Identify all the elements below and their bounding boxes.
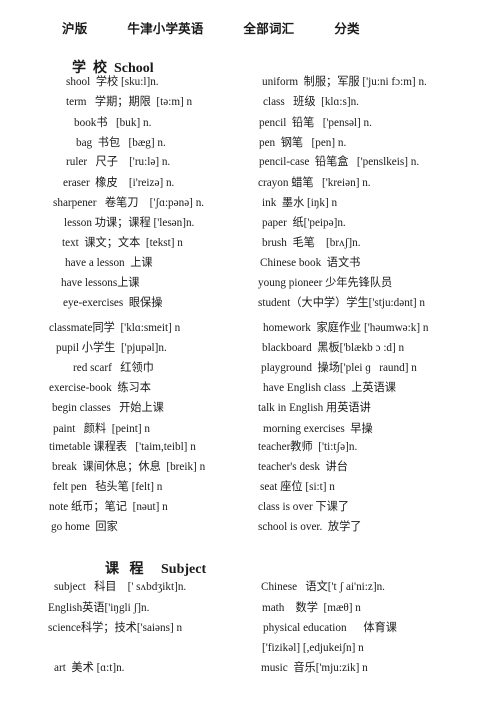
vocab-item: pupil 小学生 ['pjupəl]n. [56,342,167,354]
vocab-item: teacher's desk 讲台 [258,461,348,473]
vocab-item: pen 钢笔 [pen] n. [259,137,347,149]
vocab-item: timetable 课程表 ['taim,teibl] n [49,441,196,453]
vocab-item: homework 家庭作业 ['həumwə:k] n [263,322,429,334]
vocab-item: paint 颜料 [peint] n [53,423,150,435]
vocab-item: uniform 制服；军服 ['ju:ni fɔ:m] n. [262,76,427,88]
vocab-item: math 数学 [mæθ] n [262,602,361,614]
vocab-item: lesson 功课；课程 ['lesən]n. [64,217,195,229]
vocab-item: ink 墨水 [iŋk] n [262,197,338,209]
vocab-item: go home 回家 [51,521,118,533]
vocab-item: pencil 铅笔 ['pensəl] n. [259,117,372,129]
vocab-item: paper 纸['peipə]n. [262,217,346,229]
vocab-item: begin classes 开始上课 [52,402,164,414]
vocab-item: physical education 体育课 [263,622,397,634]
vocab-item: shool 学校 [sku:l]n. [66,76,159,88]
vocab-item: teacher教师 ['ti:tʃə]n. [258,441,358,453]
vocab-item: ruler 尺子 ['ru:lə] n. [66,156,171,168]
vocab-item: eraser 橡皮 [i'reizə] n. [63,177,175,189]
vocab-item: have lessons上课 [61,277,140,289]
vocab-item: Chinese 语文['t ʃ ai'ni:z]n. [261,581,385,593]
vocab-item: have English class 上英语课 [263,382,396,394]
vocab-item: English英语['iŋgli ʃ]n. [48,602,150,614]
vocab-item: red scarf 红领巾 [73,362,154,374]
vocab-item: crayon 蜡笔 ['kreiən] n. [258,177,371,189]
vocab-item: blackboard 黑板['blækb ɔ :d] n [262,342,405,354]
vocab-item: seat 座位 [si:t] n [260,481,335,493]
vocab-item: art 美术 [ɑ:t]n. [54,662,125,674]
vocab-item: term 学期；期限 [tə:m] n [66,96,193,108]
vocab-item: book书 [buk] n. [74,117,152,129]
vocab-item: subject 科目 [' sʌbdʒikt]n. [54,581,187,593]
vocab-item: class 班级 [klɑ:s]n. [263,96,359,108]
vocab-item: classmate同学 ['klɑ:smeit] n [49,322,181,334]
vocab-item: science科学；技术['saiəns] n [48,622,183,634]
vocab-item: music 音乐['mju:zik] n [261,662,368,674]
vocab-item: playground 操场['plei ɡ raund] n [261,362,417,374]
vocab-item: eye-exercises 眼保操 [63,297,163,309]
vocab-item: student（大中学）学生['stju:dənt] n [258,297,426,309]
vocab-item: note 纸币；笔记 [nəut] n [49,501,168,513]
vocab-item: young pioneer 少年先锋队员 [258,277,393,289]
vocab-item: talk in English 用英语讲 [258,402,371,414]
vocab-item: class is over 下课了 [258,501,350,513]
vocab-item: school is over. 放学了 [258,521,362,533]
document-title: 沪版 牛津小学英语 全部词汇 分类 [62,22,360,36]
vocab-item: text 课文；文本 [tekst] n [62,237,183,249]
vocab-item: sharpener 卷笔刀 ['ʃɑ:pənə] n. [53,197,205,209]
vocab-item: bag 书包 [bæg] n. [76,137,166,149]
vocab-item: break 课间休息；休息 [breik] n [52,461,206,473]
vocab-item: pencil-case 铅笔盒 ['penslkeis] n. [259,156,420,168]
vocab-item: have a lesson 上课 [65,257,153,269]
vocab-item: brush 毛笔 [brʌʃ]n. [262,237,361,249]
section-title-subject: 课 程 Subject [105,562,207,577]
section-title-school: 学 校 School [72,61,154,76]
vocab-item: ['fizikəl] [,edjukeiʃn] n [262,642,364,654]
vocab-item: Chinese book 语文书 [260,257,361,269]
vocab-item: morning exercises 早操 [263,423,373,435]
vocab-item: felt pen 毡头笔 [felt] n [53,481,163,493]
vocab-item: exercise-book 练习本 [49,382,151,394]
